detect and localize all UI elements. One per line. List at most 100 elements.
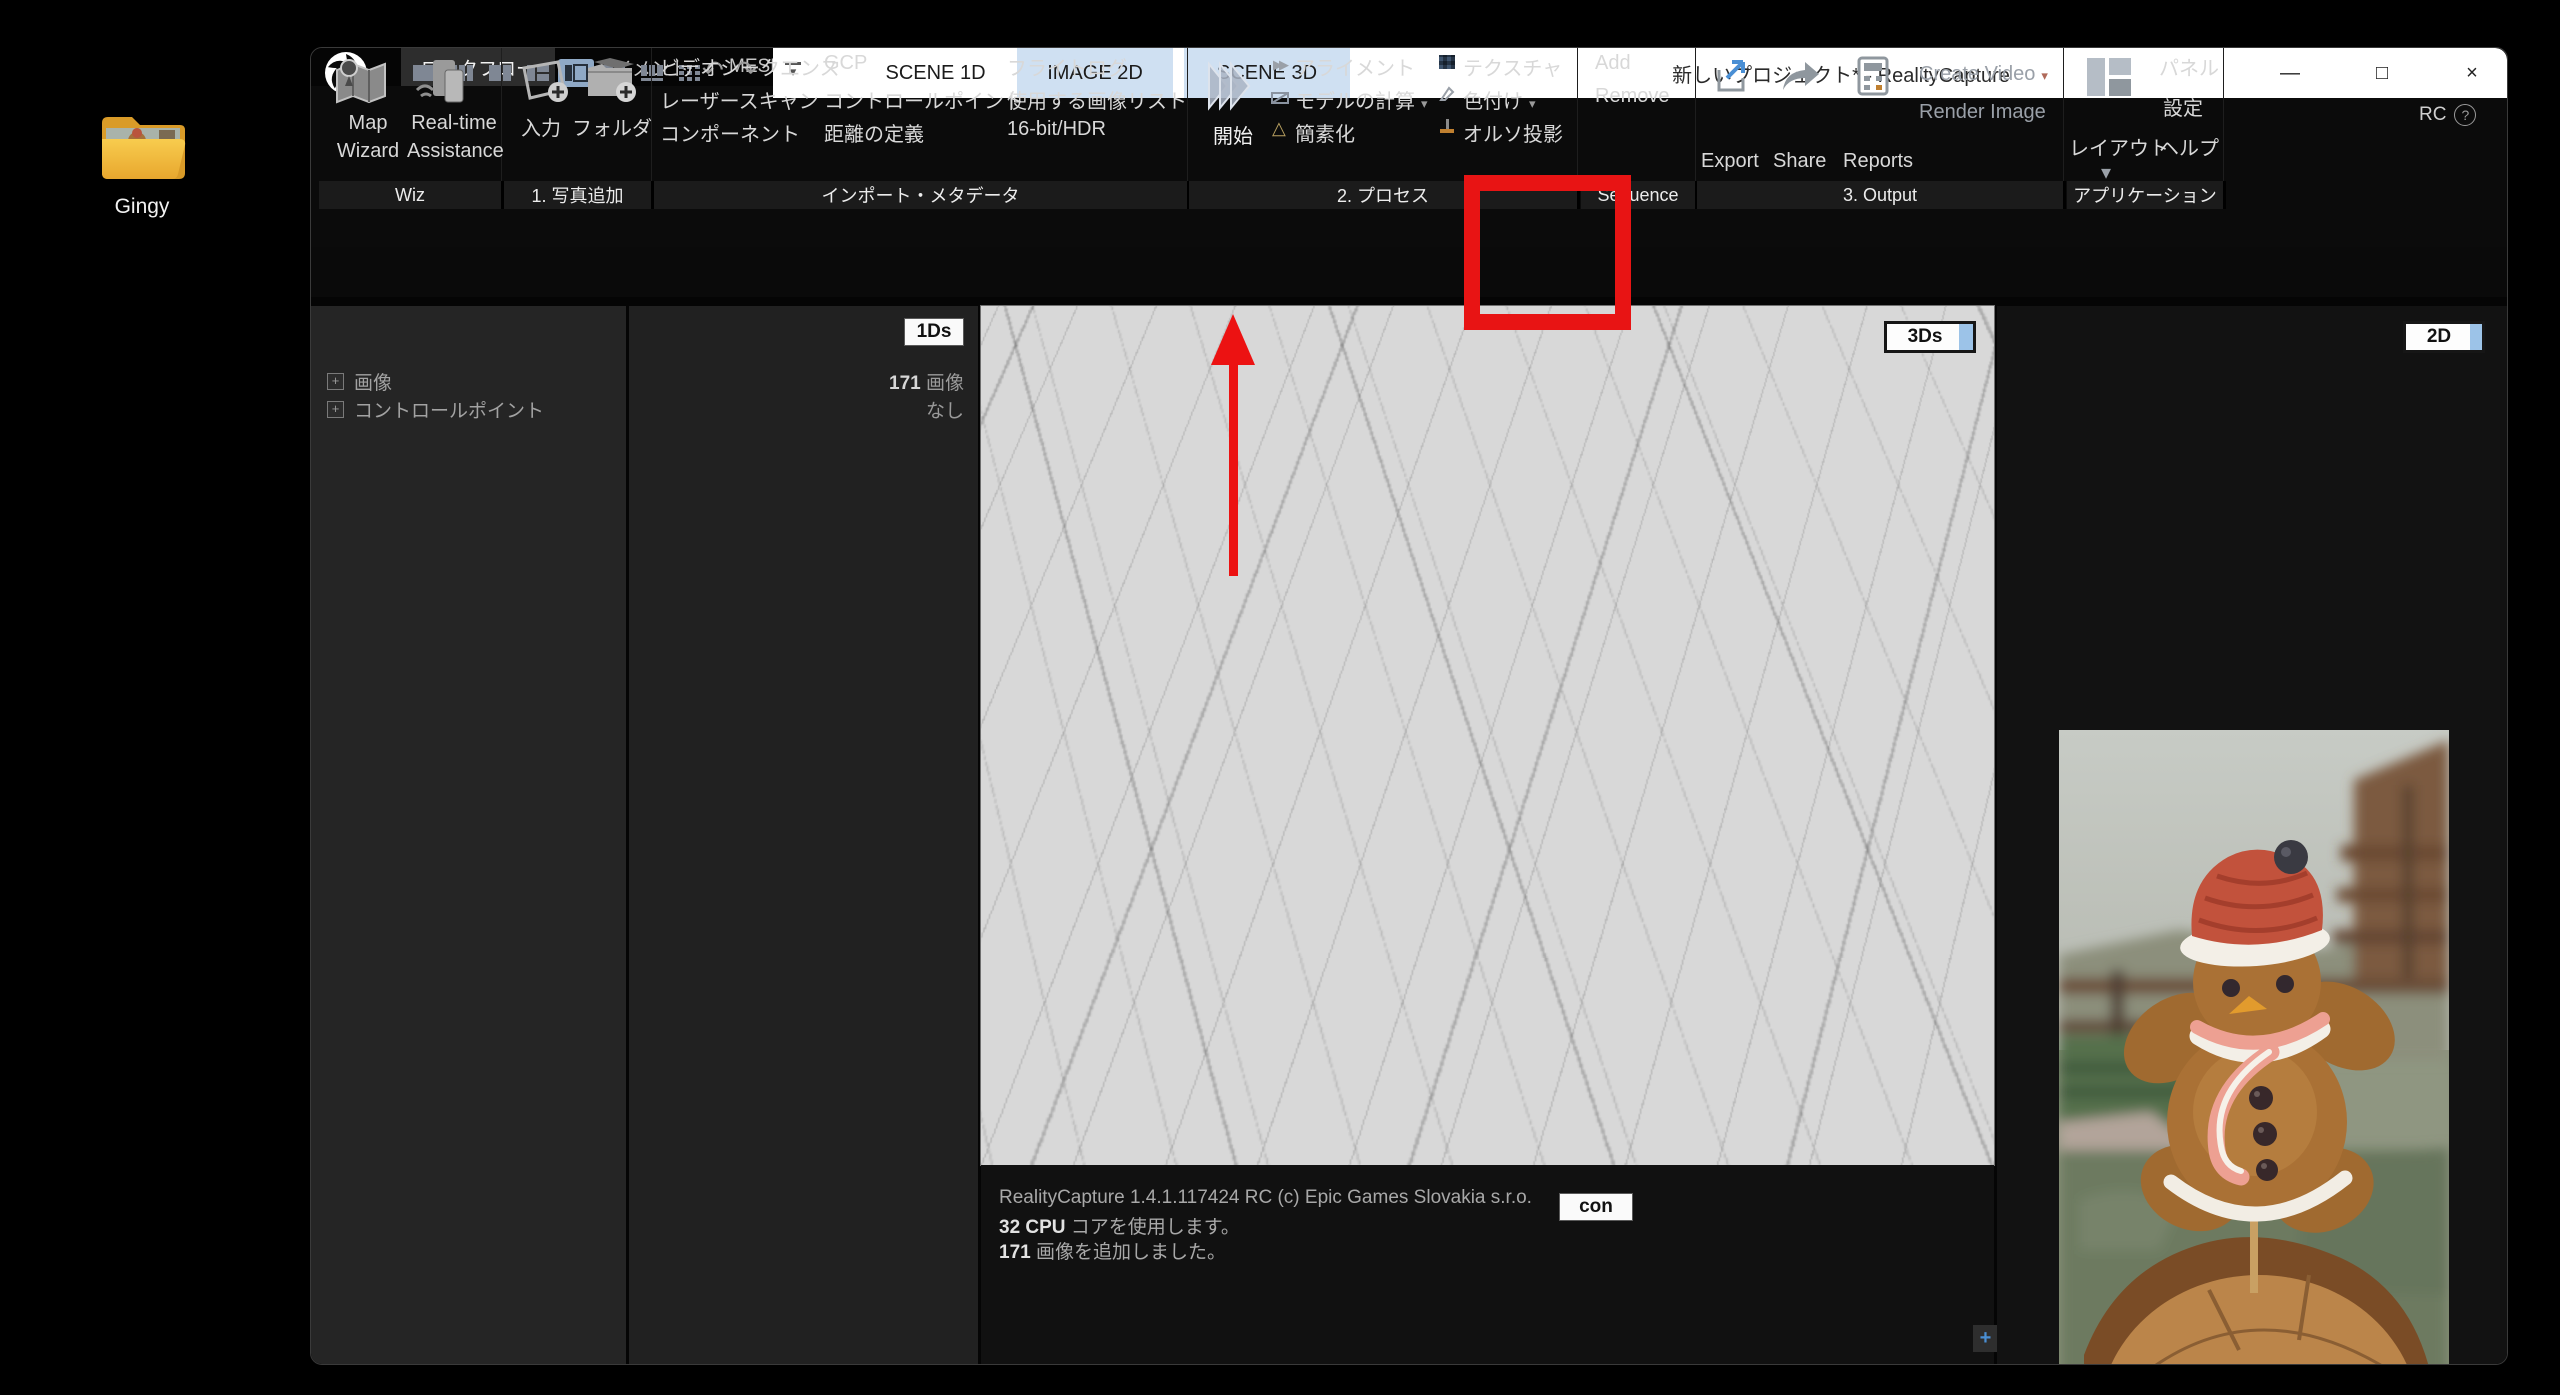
desktop: Gingy — [0, 0, 2560, 1395]
folder-label: Gingy — [77, 195, 207, 219]
desktop-folder-gingy[interactable]: Gingy — [77, 108, 207, 219]
colorize-button[interactable]: 色付け▾ — [1463, 85, 1536, 114]
sequence-add-button[interactable]: Add — [1595, 52, 1631, 75]
video-sequence-button[interactable]: ビデオシークエンス — [660, 52, 840, 81]
real-time-assistance-icon[interactable] — [411, 56, 467, 113]
group-footer-import: インポート・メタデータ — [654, 181, 1190, 209]
view-badge-con[interactable]: con — [1559, 1193, 1633, 1221]
layout-icon[interactable] — [2085, 56, 2133, 103]
component-button[interactable]: コンポーネント — [660, 118, 800, 147]
expand-icon[interactable]: + — [327, 373, 344, 390]
map-wizard-icon[interactable] — [333, 56, 389, 113]
calculate-model-icon[interactable] — [1271, 90, 1289, 109]
view-badge-3ds[interactable]: 3Ds — [1884, 321, 1976, 353]
console-line: 32 CPU コアを使用します。 — [999, 1212, 1240, 1239]
ribbon-group-wiz: Map Wizard Real-time Assistance — [319, 48, 502, 181]
render-image-button[interactable]: Render Image — [1919, 101, 2046, 124]
chevron-down-icon: ▾ — [1529, 96, 1536, 111]
alignment-button[interactable]: アライメント — [1295, 52, 1415, 81]
calculate-model-button[interactable]: モデルの計算▾ — [1295, 85, 1428, 114]
export-icon[interactable] — [1713, 56, 1753, 101]
share-icon[interactable] — [1779, 58, 1821, 99]
reports-icon[interactable] — [1855, 56, 1891, 101]
group-footer-wiz: Wiz — [319, 181, 504, 209]
image-list-button[interactable]: 使用する画像リスト — [1007, 85, 1187, 114]
alignment-icon[interactable]: ▶▶ — [1273, 56, 1285, 74]
expand-icon[interactable]: + — [327, 401, 344, 418]
add-folder-icon[interactable] — [580, 56, 642, 113]
add-console-tab-button[interactable]: + — [1973, 1325, 1998, 1352]
maximize-button[interactable]: □ — [2351, 48, 2413, 98]
tree-item-control-points[interactable]: + コントロールポイント — [327, 396, 544, 423]
ribbon-group-add-photos: 入力 フォルダ — [504, 48, 652, 181]
group-footer-add-photos: 1. 写真追加 — [504, 181, 654, 209]
ribbon-toolbar: Map Wizard Real-time Assistance Wiz — [311, 86, 2507, 247]
help-button[interactable]: ヘルプ — [2159, 132, 2219, 161]
layout-button[interactable]: レイアウト — [2069, 132, 2169, 161]
app-window: ↶ ↷ ▾ SCENE 1D IMAGE 2D SCENE 3D 新しいプロジェ… — [310, 47, 2508, 1365]
texture-icon[interactable] — [1439, 55, 1455, 69]
laser-scan-button[interactable]: レーザースキャン — [660, 85, 819, 114]
control-point-count: なし — [926, 396, 964, 423]
create-video-button[interactable]: Create Video▾ — [1919, 63, 2048, 86]
photo-gingerbread[interactable] — [2059, 730, 2449, 1365]
image-2d-panel: 2D — [1997, 306, 2507, 1364]
reports-label[interactable]: Reports — [1843, 150, 1913, 173]
share-label[interactable]: Share — [1773, 150, 1826, 173]
annotation-highlight-box — [1464, 175, 1631, 330]
group-footer-output: 3. Output — [1697, 181, 2066, 209]
sequence-remove-button[interactable]: Remove — [1595, 85, 1669, 108]
scene-tree-panel: + 画像 + コントロールポイント — [311, 306, 626, 1364]
start-icon[interactable] — [1203, 56, 1263, 121]
help-icon[interactable]: ? — [2454, 104, 2476, 126]
view-badge-1ds[interactable]: 1Ds — [904, 318, 964, 346]
rc-label: RC — [2419, 104, 2446, 126]
view-badge-2d[interactable]: 2D — [2403, 321, 2485, 353]
flight-log-button[interactable]: フライトログ — [1007, 52, 1127, 81]
simplify-button[interactable]: 簡素化 — [1295, 118, 1355, 147]
chevron-down-icon: ▾ — [2041, 68, 2048, 83]
console-line: RealityCapture 1.4.1.117424 RC (c) Epic … — [999, 1187, 1532, 1209]
scene-3d-viewport[interactable]: 3Ds — [981, 306, 1994, 1165]
add-inputs-label[interactable]: 入力 — [508, 112, 574, 141]
viewport-column: 3Ds RealityCapture 1.4.1.117424 RC (c) E… — [981, 306, 1994, 1364]
ribbon-group-application: レイアウト ▾ パネル 設定 ヘルプ — [2067, 48, 2224, 181]
settings-button[interactable]: 設定 — [2163, 92, 2203, 121]
hdr-button[interactable]: 16-bit/HDR — [1007, 118, 1106, 141]
define-distance-button[interactable]: 距離の定義 — [824, 118, 924, 147]
real-time-label2[interactable]: Assistance — [407, 140, 501, 163]
map-wizard-label1[interactable]: Map — [325, 112, 411, 135]
texture-button[interactable]: テクスチャ — [1463, 52, 1562, 81]
minimize-button[interactable]: — — [2259, 48, 2321, 98]
map-wizard-label2[interactable]: Wizard — [325, 140, 411, 163]
images-1d-panel: 1Ds 171 画像 なし — [629, 306, 978, 1364]
content-area: + 画像 + コントロールポイント 1Ds 171 画像 なし 3Ds — [311, 297, 2507, 1364]
start-button[interactable]: 開始 — [1195, 120, 1271, 149]
image-count: 171 画像 — [889, 368, 964, 395]
console-panel: RealityCapture 1.4.1.117424 RC (c) Epic … — [981, 1165, 1994, 1364]
colorize-icon[interactable] — [1439, 86, 1455, 107]
folder-icon — [97, 108, 187, 184]
simplify-icon[interactable]: △ — [1272, 118, 1286, 139]
rc-help-area: RC ? — [2419, 98, 2503, 132]
ortho-projection-button[interactable]: オルソ投影 — [1463, 118, 1563, 147]
export-label[interactable]: Export — [1701, 150, 1759, 173]
ribbon-group-process: 開始 ▶▶ アライメント モデルの計算▾ △ 簡素化 テクスチャ 色付け▾ — [1189, 48, 1578, 181]
add-inputs-icon[interactable] — [514, 58, 572, 113]
ribbon-group-output: Export Share Reports Create Video▾ Rende… — [1697, 48, 2064, 181]
real-time-label1[interactable]: Real-time — [407, 112, 501, 135]
control-points-button[interactable]: コントロールポイント — [824, 85, 1024, 114]
add-folder-label[interactable]: フォルダ — [572, 112, 648, 141]
console-line: 171 画像を追加しました。 — [999, 1237, 1226, 1264]
ribbon-group-import: ビデオシークエンス レーザースキャン コンポーネント GCP コントロールポイン… — [654, 48, 1188, 181]
close-button[interactable]: × — [2441, 48, 2503, 98]
gcp-button[interactable]: GCP — [824, 52, 867, 75]
annotation-arrow — [1203, 310, 1263, 587]
ribbon-group-sequence: Add Remove — [1581, 48, 1696, 181]
ortho-projection-icon[interactable] — [1438, 118, 1456, 139]
tree-item-images[interactable]: + 画像 — [327, 368, 392, 395]
viewport-grid — [981, 306, 1994, 1165]
group-footer-application: アプリケーション — [2067, 181, 2226, 209]
chevron-down-icon: ▾ — [1421, 96, 1428, 111]
panel-button[interactable]: パネル — [2159, 52, 2219, 81]
